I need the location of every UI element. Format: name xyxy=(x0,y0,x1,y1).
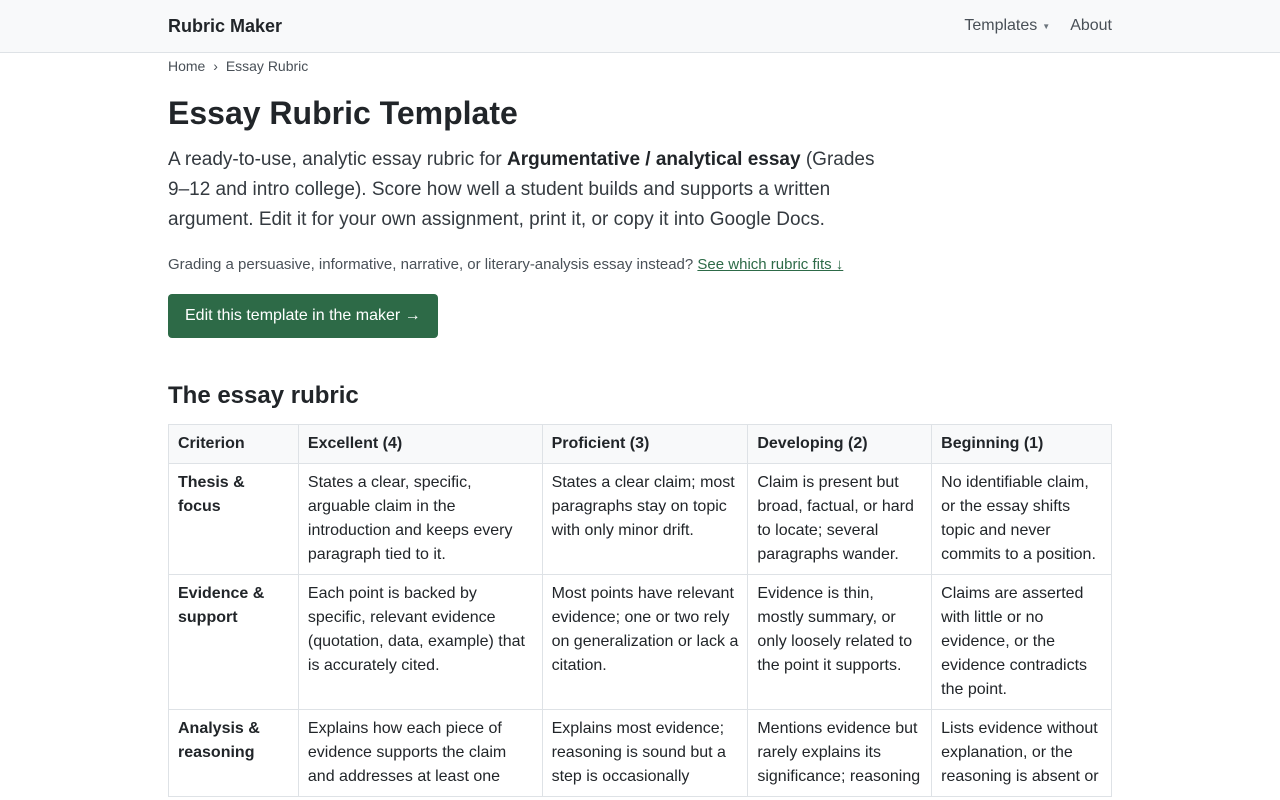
navbar-inner: Rubric Maker Templates ▼ About xyxy=(168,0,1112,52)
see-which-rubric-fits-link[interactable]: See which rubric fits ↓ xyxy=(697,256,843,273)
nav-about-link[interactable]: About xyxy=(1070,17,1112,35)
descriptor-cell: Explains how each piece of evidence supp… xyxy=(297,709,543,797)
criterion-cell: Evidence & support xyxy=(168,574,299,710)
nav-templates-dropdown[interactable]: Templates ▼ xyxy=(964,17,1050,35)
table-row: Analysis & reasoning Explains how each p… xyxy=(168,709,1112,797)
lead-text-start: A ready-to-use, analytic essay rubric fo… xyxy=(168,149,507,170)
table-row: Evidence & support Each point is backed … xyxy=(168,574,1112,710)
edit-template-button[interactable]: Edit this template in the maker → xyxy=(168,294,438,338)
descriptor-cell: States a clear, specific, arguable claim… xyxy=(297,463,543,575)
breadcrumb: Home › Essay Rubric xyxy=(168,56,1112,76)
nav-templates-label: Templates xyxy=(964,17,1038,34)
header-excellent: Excellent (4) xyxy=(297,424,543,464)
main-content: Home › Essay Rubric Essay Rubric Templat… xyxy=(168,53,1112,797)
brand-logo[interactable]: Rubric Maker xyxy=(168,16,282,37)
descriptor-cell: Mentions evidence but rarely explains it… xyxy=(747,709,933,797)
descriptor-cell: Explains most evidence; reasoning is sou… xyxy=(541,709,749,797)
descriptor-cell: Claims are asserted with little or no ev… xyxy=(931,574,1112,710)
descriptor-cell: Evidence is thin, mostly summary, or onl… xyxy=(747,574,933,710)
lead-essay-type: Argumentative / analytical essay xyxy=(506,149,801,170)
descriptor-cell: States a clear claim; most paragraphs st… xyxy=(541,463,749,575)
descriptor-cell: No identifiable claim, or the essay shif… xyxy=(931,463,1112,575)
header-developing: Developing (2) xyxy=(747,424,933,464)
main-nav: Templates ▼ About xyxy=(964,17,1112,35)
breadcrumb-separator: › xyxy=(213,58,218,74)
header-proficient: Proficient (3) xyxy=(541,424,749,464)
table-row: Thesis & focus States a clear, specific,… xyxy=(168,463,1112,575)
header-beginning: Beginning (1) xyxy=(931,424,1112,464)
descriptor-cell: Claim is present but broad, factual, or … xyxy=(747,463,933,575)
criterion-cell: Analysis & reasoning xyxy=(168,709,299,797)
breadcrumb-home[interactable]: Home xyxy=(168,58,205,74)
top-navbar: Rubric Maker Templates ▼ About xyxy=(0,0,1280,53)
alt-note-text: Grading a persuasive, informative, narra… xyxy=(168,256,698,273)
page-title: Essay Rubric Template xyxy=(168,95,518,131)
descriptor-cell: Each point is backed by specific, releva… xyxy=(297,574,543,710)
descriptor-cell: Most points have relevant evidence; one … xyxy=(541,574,749,710)
rubric-header-row: Criterion Excellent (4) Proficient (3) D… xyxy=(168,424,1112,464)
header-criterion: Criterion xyxy=(168,424,299,464)
rubric-table: Criterion Excellent (4) Proficient (3) D… xyxy=(168,424,1112,797)
criterion-cell: Thesis & focus xyxy=(168,463,299,575)
caret-down-icon: ▼ xyxy=(1042,21,1051,31)
breadcrumb-current: Essay Rubric xyxy=(225,58,309,74)
lead-paragraph: A ready-to-use, analytic essay rubric fo… xyxy=(168,145,888,235)
section-title-rubric: The essay rubric xyxy=(168,382,359,409)
alternate-rubric-note: Grading a persuasive, informative, narra… xyxy=(168,254,1112,276)
descriptor-cell: Lists evidence without explanation, or t… xyxy=(931,709,1112,797)
